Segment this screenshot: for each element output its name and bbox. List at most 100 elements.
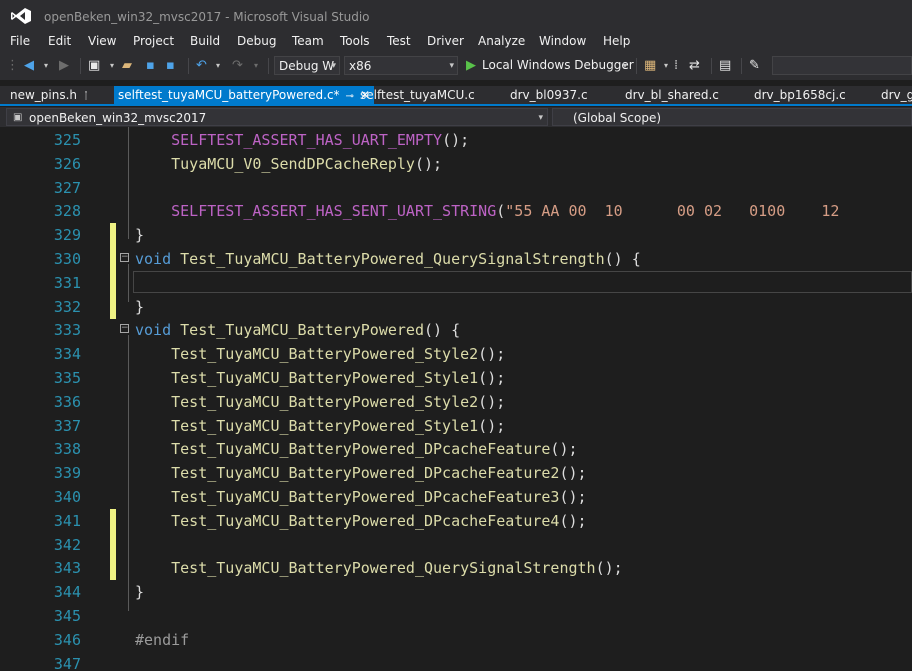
code-token: (: [496, 202, 506, 221]
comment-lines-icon[interactable]: ▤: [719, 57, 731, 75]
navigate-back-icon[interactable]: ◀: [24, 57, 34, 75]
menu-tools[interactable]: Tools: [340, 34, 370, 48]
collapse-icon[interactable]: −: [120, 324, 129, 334]
solution-configuration-dropdown[interactable]: Debug W ▾: [274, 56, 340, 75]
solution-platform-value: x86: [349, 59, 372, 73]
tab-drv-bp1658cj-c[interactable]: drv_bp1658cj.c: [754, 86, 846, 104]
code-token: #endif: [135, 630, 190, 649]
code-line[interactable]: 346 #endif: [0, 628, 912, 652]
code-token: Test_TuyaMCU_BatteryPowered: [180, 321, 424, 340]
menu-view[interactable]: View: [88, 34, 116, 48]
solution-platform-dropdown[interactable]: x86 ▾: [344, 56, 458, 75]
code-text: }: [135, 580, 144, 604]
code-text: }: [135, 223, 144, 247]
code-line[interactable]: 338 Test_TuyaMCU_BatteryPowered_DPcacheF…: [0, 437, 912, 461]
code-line[interactable]: 341 Test_TuyaMCU_BatteryPowered_DPcacheF…: [0, 508, 912, 533]
redo-dropdown-icon[interactable]: ▾: [254, 57, 258, 75]
save-all-icon[interactable]: ▪: [166, 57, 175, 75]
code-text: TuyaMCU_V0_SendDPCacheReply();: [135, 152, 442, 176]
tab-label: new_pins.h: [10, 88, 78, 102]
pin-icon[interactable]: ᛙ: [83, 91, 89, 102]
tab-drv-gi[interactable]: drv_gi: [881, 86, 912, 104]
new-project-icon[interactable]: ▣: [88, 57, 100, 75]
tab-label: drv_gi: [881, 88, 912, 102]
code-text: void Test_TuyaMCU_BatteryPowered_QuerySi…: [135, 247, 641, 271]
attach-process-icon[interactable]: ✎: [749, 57, 760, 75]
code-line[interactable]: 329}: [0, 223, 912, 248]
code-editor[interactable]: 325 SELFTEST_ASSERT_HAS_UART_EMPTY(); 326…: [0, 127, 912, 671]
step-icon[interactable]: ⇄: [689, 57, 700, 75]
code-line[interactable]: 343 Test_TuyaMCU_BatteryPowered_QuerySig…: [0, 556, 912, 581]
toolbar-separator: [188, 58, 189, 74]
code-token: Test_TuyaMCU_BatteryPowered_DPcacheFeatu…: [171, 464, 560, 483]
code-line[interactable]: 331: [0, 270, 912, 295]
line-number: 333: [53, 321, 81, 340]
start-debugging-icon[interactable]: ▶: [466, 57, 476, 75]
code-line[interactable]: 339 Test_TuyaMCU_BatteryPowered_DPcacheF…: [0, 461, 912, 485]
scope-dropdown[interactable]: (Global Scope): [552, 108, 912, 126]
code-line[interactable]: 344}: [0, 580, 912, 604]
code-line[interactable]: 347: [0, 652, 912, 671]
code-line[interactable]: 326 TuyaMCU_V0_SendDPCacheReply();: [0, 152, 912, 176]
code-token: ();: [414, 154, 443, 173]
collapse-icon[interactable]: −: [120, 253, 129, 262]
code-text: Test_TuyaMCU_BatteryPowered_Style1();: [135, 366, 505, 390]
tab-drv-bl-shared-c[interactable]: drv_bl_shared.c: [625, 86, 719, 104]
code-line[interactable]: 345: [0, 604, 912, 628]
pin-icon[interactable]: ⊸: [346, 91, 354, 102]
menu-file[interactable]: File: [10, 34, 30, 48]
menu-window[interactable]: Window: [539, 34, 586, 48]
project-dropdown[interactable]: ▣ openBeken_win32_mvsc2017 ▾: [6, 108, 548, 126]
undo-icon[interactable]: ↶: [196, 57, 207, 75]
menu-help[interactable]: Help: [603, 34, 630, 48]
redo-icon[interactable]: ↷: [232, 57, 243, 75]
undo-dropdown-icon[interactable]: ▾: [216, 57, 220, 75]
find-dropdown-icon[interactable]: ▾: [664, 57, 668, 75]
menu-debug[interactable]: Debug: [237, 34, 276, 48]
code-token: Test_TuyaMCU_BatteryPowered_DPcacheFeatu…: [171, 440, 551, 459]
menu-test[interactable]: Test: [387, 34, 411, 48]
back-dropdown-icon[interactable]: ▾: [44, 57, 48, 75]
code-line[interactable]: 337 Test_TuyaMCU_BatteryPowered_Style1()…: [0, 414, 912, 438]
code-token: ();: [478, 345, 506, 364]
code-line[interactable]: 327: [0, 176, 912, 200]
menu-bar: File Edit View Project Build Debug Team …: [0, 32, 912, 52]
title-bar: openBeken_win32_mvsc2017 - Microsoft Vis…: [0, 0, 912, 32]
find-in-files-icon[interactable]: ▦: [644, 57, 656, 75]
code-line[interactable]: 334 Test_TuyaMCU_BatteryPowered_Style2()…: [0, 342, 912, 366]
code-line[interactable]: 332}: [0, 294, 912, 319]
code-line[interactable]: 325 SELFTEST_ASSERT_HAS_UART_EMPTY();: [0, 128, 912, 152]
open-file-icon[interactable]: ▰: [122, 57, 132, 75]
menu-team[interactable]: Team: [292, 34, 324, 48]
start-debugger-button[interactable]: Local Windows Debugger: [482, 58, 634, 72]
menu-analyze[interactable]: Analyze: [478, 34, 525, 48]
visual-studio-logo-icon: [11, 8, 31, 24]
debugger-dropdown-icon[interactable]: ▾: [623, 57, 627, 75]
code-line[interactable]: 335 Test_TuyaMCU_BatteryPowered_Style1()…: [0, 366, 912, 390]
toolbar-extend-icon[interactable]: ⁞: [674, 57, 678, 75]
tab-selftest-tuyamcu-c[interactable]: selftest_tuyaMCU.c: [360, 86, 475, 104]
tab-selftest-tuyamcu-batterypowered-c[interactable]: selftest_tuyaMCU_batteryPowered.c* ⊸ ✕: [114, 86, 374, 104]
menu-project[interactable]: Project: [133, 34, 174, 48]
menu-edit[interactable]: Edit: [48, 34, 71, 48]
line-number: 339: [53, 464, 81, 483]
new-dropdown-icon[interactable]: ▾: [110, 57, 114, 75]
code-token: ();: [550, 440, 578, 459]
code-line[interactable]: 336 Test_TuyaMCU_BatteryPowered_Style2()…: [0, 390, 912, 414]
code-line[interactable]: 330 − void Test_TuyaMCU_BatteryPowered_Que…: [0, 247, 912, 271]
code-line[interactable]: 342: [0, 532, 912, 557]
code-line[interactable]: 328 SELFTEST_ASSERT_HAS_SENT_UART_STRING…: [0, 199, 912, 223]
line-number: 344: [53, 583, 81, 602]
menu-driver[interactable]: Driver: [427, 34, 464, 48]
tab-drv-bl0937-c[interactable]: drv_bl0937.c: [510, 86, 588, 104]
navigate-forward-icon[interactable]: ▶: [59, 57, 69, 75]
quick-launch-box[interactable]: [772, 56, 912, 75]
code-line[interactable]: 340 Test_TuyaMCU_BatteryPowered_DPcacheF…: [0, 485, 912, 509]
code-token: Test_TuyaMCU_BatteryPowered_QuerySignalS…: [171, 559, 596, 578]
save-icon[interactable]: ▪: [146, 57, 155, 75]
menu-build[interactable]: Build: [190, 34, 220, 48]
line-number: 340: [53, 488, 81, 506]
code-line[interactable]: 333 − void Test_TuyaMCU_BatteryPowered() {: [0, 318, 912, 342]
code-text: void Test_TuyaMCU_BatteryPowered() {: [135, 318, 460, 342]
tab-new-pins-h[interactable]: new_pins.h ᛙ: [10, 86, 89, 104]
